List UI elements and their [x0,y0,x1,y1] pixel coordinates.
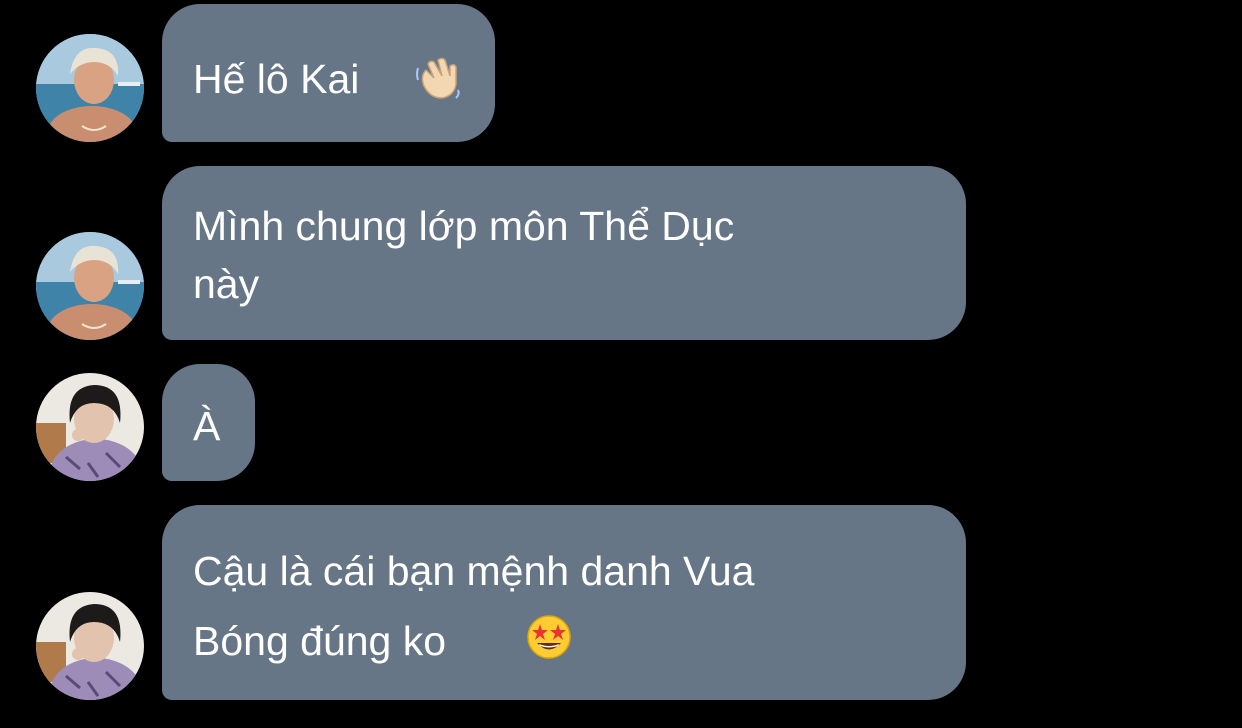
message-text: À [193,403,221,449]
friend-avatar-photo-icon [36,34,144,142]
waving-hand-icon [414,56,462,105]
avatar-friend[interactable] [36,232,144,340]
friend-avatar-photo-icon [36,232,144,340]
message-text-line: Mình chung lớp môn Thể Dục [193,203,735,249]
message-bubble[interactable]: Mình chung lớp môn Thể Dục này [162,166,966,340]
avatar-friend[interactable] [36,34,144,142]
message-text-line: Cậu là cái bạn mệnh danh Vua [193,548,755,594]
message-bubble[interactable]: À [162,364,255,481]
avatar-me[interactable] [36,373,144,481]
message-text-line: này [193,261,260,307]
avatar-me[interactable] [36,592,144,700]
user-avatar-photo-icon [36,592,144,700]
user-avatar-photo-icon [36,373,144,481]
message-bubble[interactable]: Cậu là cái bạn mệnh danh Vua Bóng đúng k… [162,505,966,700]
star-struck-face-icon [526,614,572,665]
